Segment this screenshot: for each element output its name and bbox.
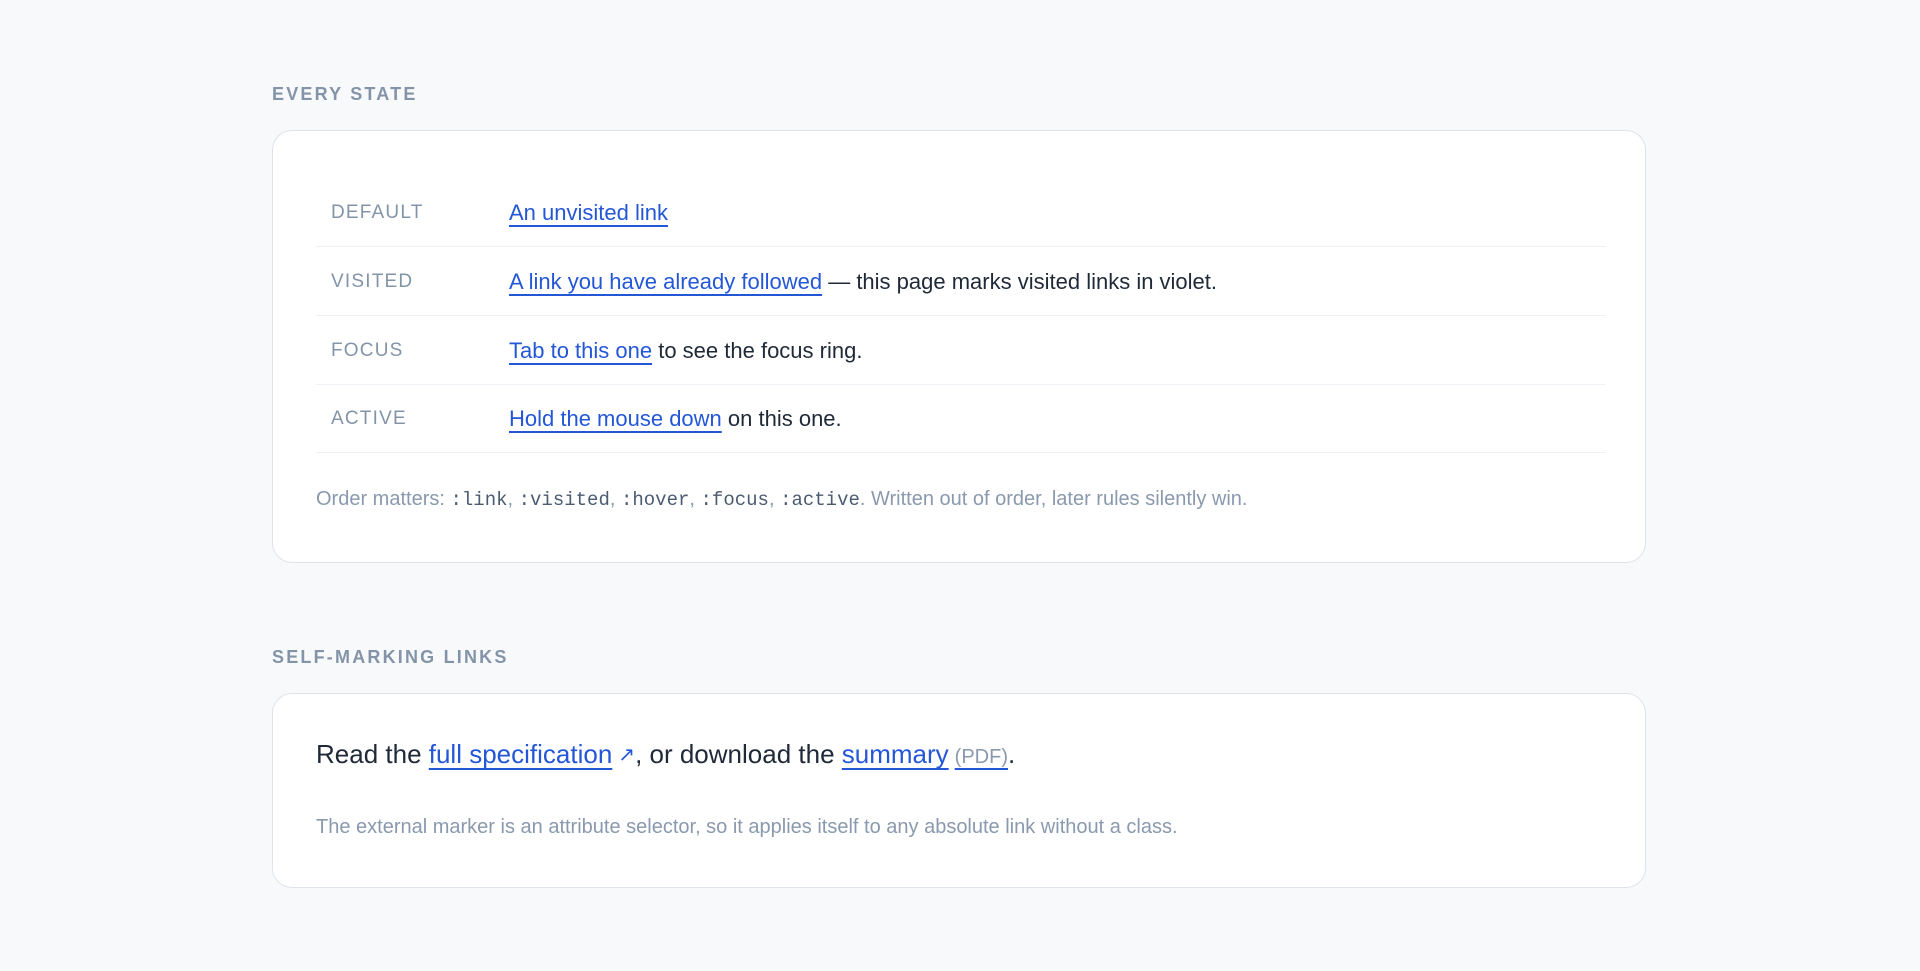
- selector-focus: :focus: [700, 489, 769, 511]
- state-desc-focus: Tab to this one to see the focus ring.: [509, 317, 862, 385]
- visited-link[interactable]: A link you have already followed: [509, 269, 822, 294]
- order-note-suffix: . Written out of order, later rules sile…: [859, 488, 1248, 510]
- summary-link-label: summary: [841, 739, 949, 769]
- state-row-active: ACTIVE Hold the mouse down on this one.: [316, 385, 1606, 453]
- state-name-active: ACTIVE: [331, 408, 407, 429]
- state-desc-rest: — this page marks visited links in viole…: [822, 269, 1218, 294]
- marker-note: The external marker is an attribute sele…: [316, 816, 1178, 838]
- selector-visited: :visited: [518, 489, 610, 511]
- self-marking-card: Read the full specification ↗, or downloa…: [272, 693, 1646, 888]
- selector-active: :active: [780, 489, 860, 511]
- unvisited-link[interactable]: An unvisited link: [509, 200, 668, 225]
- states-card: DEFAULT An unvisited link VISITED A link…: [272, 130, 1646, 563]
- state-row-focus: FOCUS Tab to this one to see the focus r…: [316, 317, 1606, 385]
- sep: ,: [609, 488, 621, 510]
- selector-link: :link: [450, 489, 508, 511]
- lead-mid: , or download the: [635, 739, 842, 769]
- state-name-visited: VISITED: [331, 271, 414, 292]
- state-name-focus: FOCUS: [331, 340, 404, 361]
- sep: ,: [768, 488, 781, 510]
- state-desc-default: An unvisited link: [509, 179, 668, 247]
- section-label-every-state: EVERY STATE: [272, 84, 418, 104]
- summary-pdf-link[interactable]: summary (PDF): [842, 739, 1008, 769]
- order-note: Order matters: :link, :visited, :hover, …: [316, 488, 1247, 511]
- state-desc-active: Hold the mouse down on this one.: [509, 385, 842, 453]
- state-name-default: DEFAULT: [331, 202, 424, 223]
- selector-hover: :hover: [620, 489, 690, 511]
- section-label-self-marking: SELF-MARKING LINKS: [272, 647, 509, 667]
- state-desc-rest: to see the focus ring.: [652, 338, 863, 363]
- focus-link[interactable]: Tab to this one: [509, 338, 652, 363]
- full-specification-link[interactable]: full specification: [429, 739, 613, 769]
- external-link-icon: ↗: [618, 744, 636, 766]
- lead-sentence: Read the full specification ↗, or downloa…: [316, 739, 1015, 770]
- sep: ,: [507, 488, 519, 510]
- order-note-prefix: Order matters:: [316, 488, 451, 510]
- state-desc-rest: on this one.: [721, 406, 842, 431]
- state-desc-visited: A link you have already followed — this …: [509, 248, 1217, 316]
- lead-prefix: Read the: [316, 739, 429, 769]
- state-row-visited: VISITED A link you have already followed…: [316, 248, 1606, 316]
- pdf-tag: (PDF): [954, 746, 1008, 768]
- sep: ,: [689, 488, 701, 510]
- active-link[interactable]: Hold the mouse down: [509, 406, 722, 431]
- lead-end: .: [1008, 739, 1016, 769]
- state-row-default: DEFAULT An unvisited link: [316, 179, 1606, 247]
